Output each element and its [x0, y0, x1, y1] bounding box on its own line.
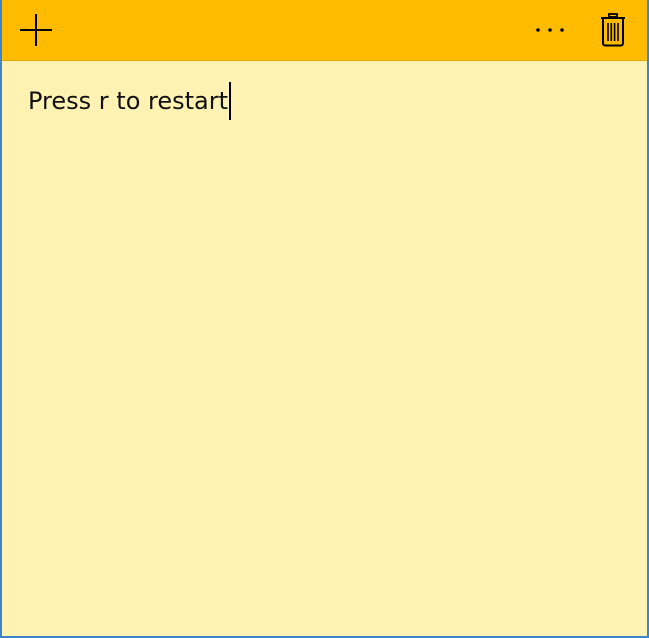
sticky-note-window: Press r to restart: [0, 0, 649, 638]
note-content[interactable]: Press r to restart: [28, 81, 232, 121]
note-title-bar[interactable]: [2, 0, 647, 61]
delete-note-button[interactable]: [588, 0, 638, 60]
plus-icon: [20, 14, 52, 46]
ellipsis-icon: [536, 28, 564, 32]
note-text-line: Press r to restart: [28, 87, 229, 115]
trash-icon: [601, 13, 625, 47]
menu-button[interactable]: [522, 0, 578, 60]
new-note-button[interactable]: [12, 0, 60, 60]
text-cursor: [229, 82, 232, 120]
note-editor[interactable]: Press r to restart: [2, 61, 647, 636]
